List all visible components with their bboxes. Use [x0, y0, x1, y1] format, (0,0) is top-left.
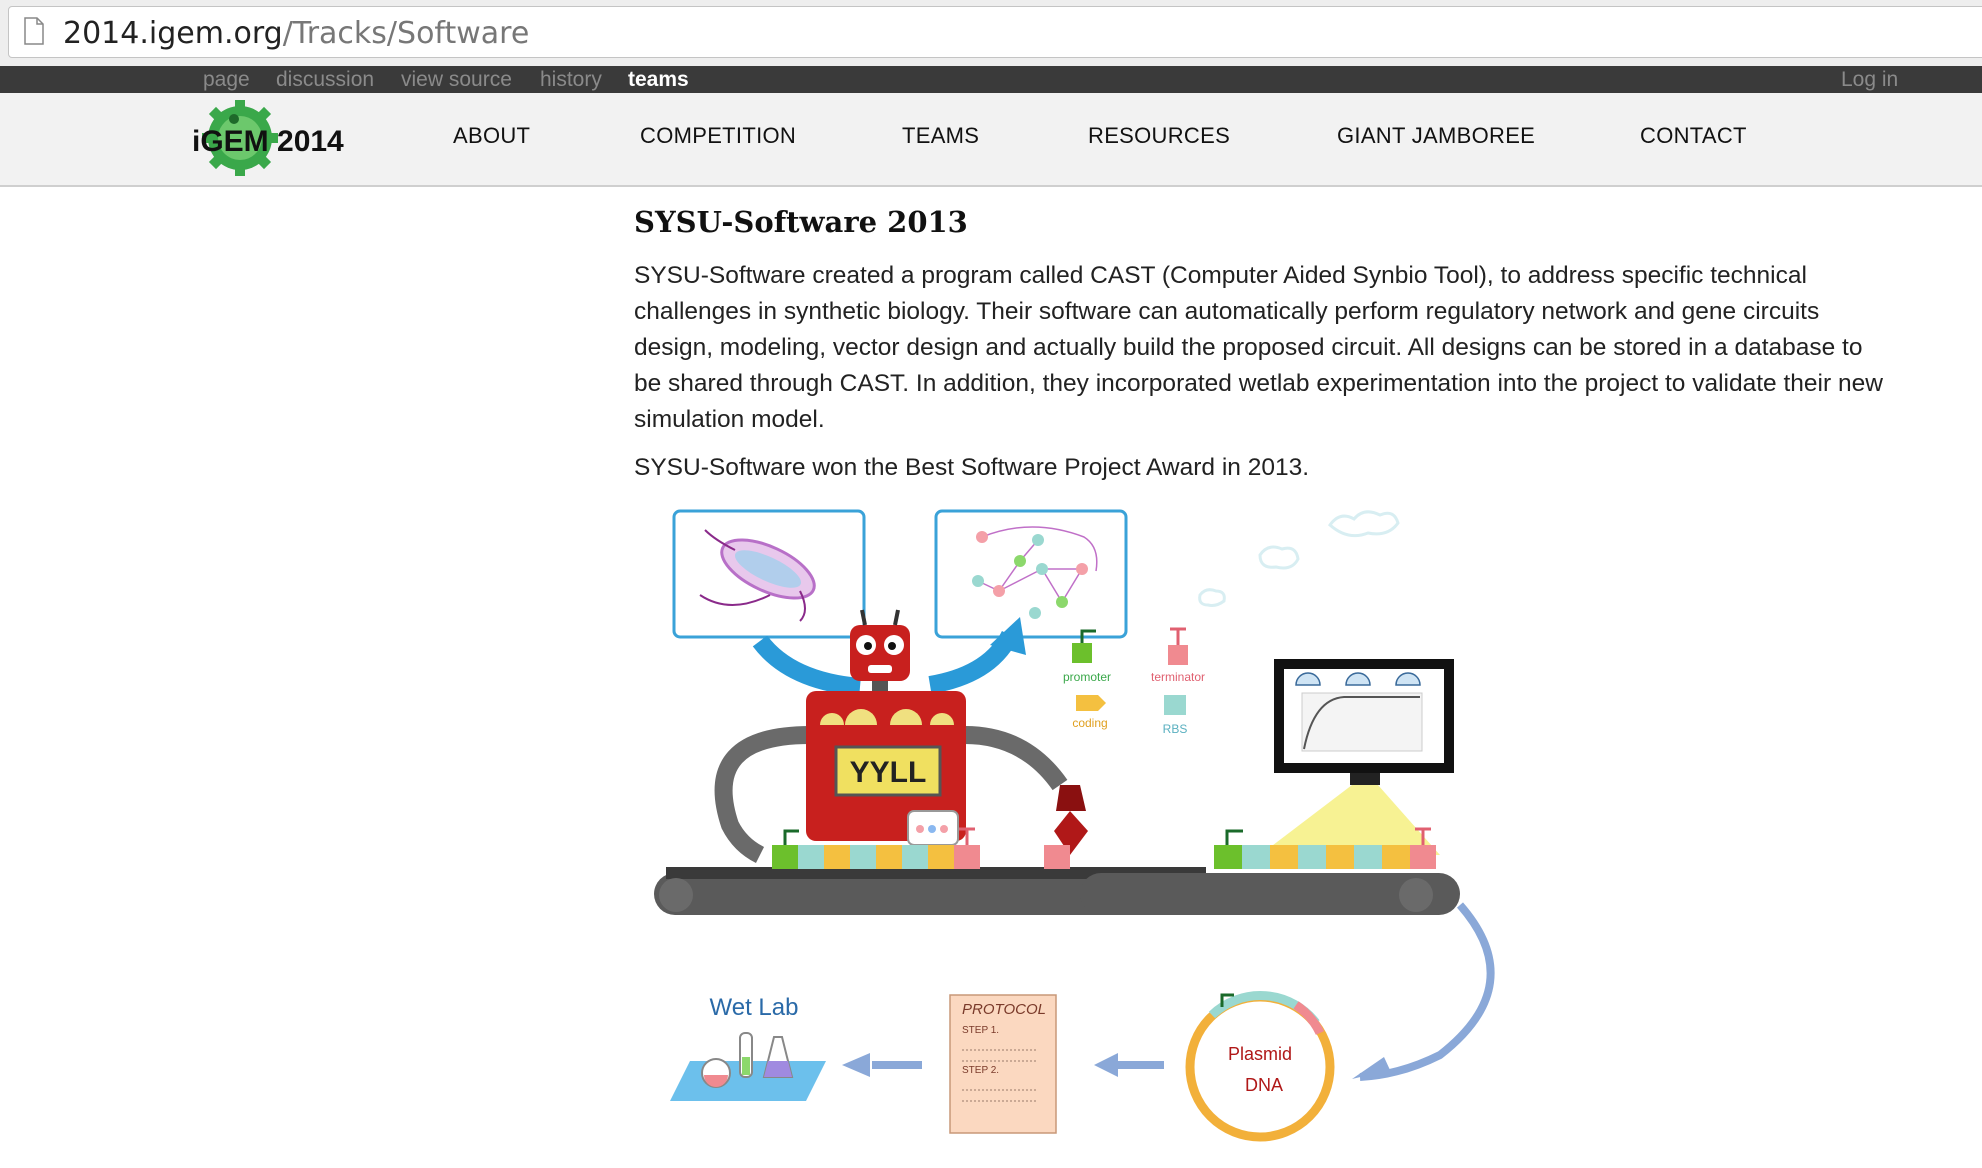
monitor-icon: [1260, 659, 1454, 855]
login-link[interactable]: Log in: [1841, 66, 1898, 93]
tab-discussion[interactable]: discussion: [276, 66, 374, 93]
protocol-title: PROTOCOL: [962, 1001, 1046, 1018]
nav-teams[interactable]: TEAMS: [902, 123, 979, 149]
robot-icon: YYLL: [714, 609, 1088, 864]
tab-page[interactable]: page: [203, 66, 250, 93]
nav-resources[interactable]: RESOURCES: [1088, 123, 1230, 149]
logo-text: iGEM 2014: [192, 125, 344, 158]
legend-rbs: RBS: [1163, 722, 1188, 736]
network-panel: [934, 509, 1128, 639]
browser-address-bar-area: 2014.igem.org/Tracks/Software: [0, 0, 1982, 66]
legend-promoter: promoter: [1063, 670, 1111, 684]
wiki-top-bar: page discussion view source history team…: [0, 66, 1982, 93]
cloud-icon: [1198, 510, 1400, 607]
page-title: SYSU-Software 2013: [634, 205, 968, 239]
rbs-icon: [1164, 695, 1186, 715]
tab-teams[interactable]: teams: [628, 66, 689, 93]
tab-view-source[interactable]: view source: [401, 66, 512, 93]
url-text: 2014.igem.org/Tracks/Software: [63, 16, 529, 51]
url-bar[interactable]: 2014.igem.org/Tracks/Software: [8, 6, 1982, 58]
plasmid-icon: [1185, 991, 1335, 1142]
conveyor-belt: [654, 867, 1460, 915]
plasmid-label-line1: Plasmid: [1228, 1044, 1292, 1064]
protocol-step2: STEP 2.: [962, 1065, 999, 1076]
nav-contact[interactable]: CONTACT: [1640, 123, 1747, 149]
main-nav: iGEM 2014 ABOUT COMPETITION TEAMS RESOUR…: [0, 93, 1982, 187]
description-paragraph: SYSU-Software created a program called C…: [634, 262, 1883, 433]
flow-arrow-curve: [1359, 902, 1495, 1081]
legend-terminator: terminator: [1151, 670, 1205, 684]
coding-icon: [1076, 695, 1106, 711]
url-domain: 2014.igem.org: [63, 16, 283, 51]
robot-display-text: YYLL: [850, 756, 927, 789]
nav-competition[interactable]: COMPETITION: [640, 123, 796, 149]
nav-giant-jamboree[interactable]: GIANT JAMBOREE: [1337, 123, 1535, 149]
legend-coding: coding: [1072, 716, 1107, 730]
page-icon: [24, 17, 44, 45]
bacterium-panel: [672, 509, 866, 639]
nav-about[interactable]: ABOUT: [453, 123, 530, 149]
wet-lab-icon: [670, 1032, 826, 1101]
award-paragraph: SYSU-Software won the Best Software Proj…: [634, 454, 1310, 481]
tab-history[interactable]: history: [540, 66, 602, 93]
url-path: /Tracks/Software: [282, 16, 530, 51]
igem-logo[interactable]: iGEM 2014: [190, 97, 380, 179]
protocol-step1: STEP 1.: [962, 1025, 999, 1036]
wet-lab-label: Wet Lab: [710, 994, 799, 1021]
terminator-icon: [1168, 627, 1188, 665]
cast-workflow-illustration: YYLL promoter coding terminator RBS Plas…: [654, 509, 1495, 1142]
part-legend: promoter coding terminator RBS: [1063, 627, 1205, 736]
plasmid-label-line2: DNA: [1245, 1075, 1283, 1095]
